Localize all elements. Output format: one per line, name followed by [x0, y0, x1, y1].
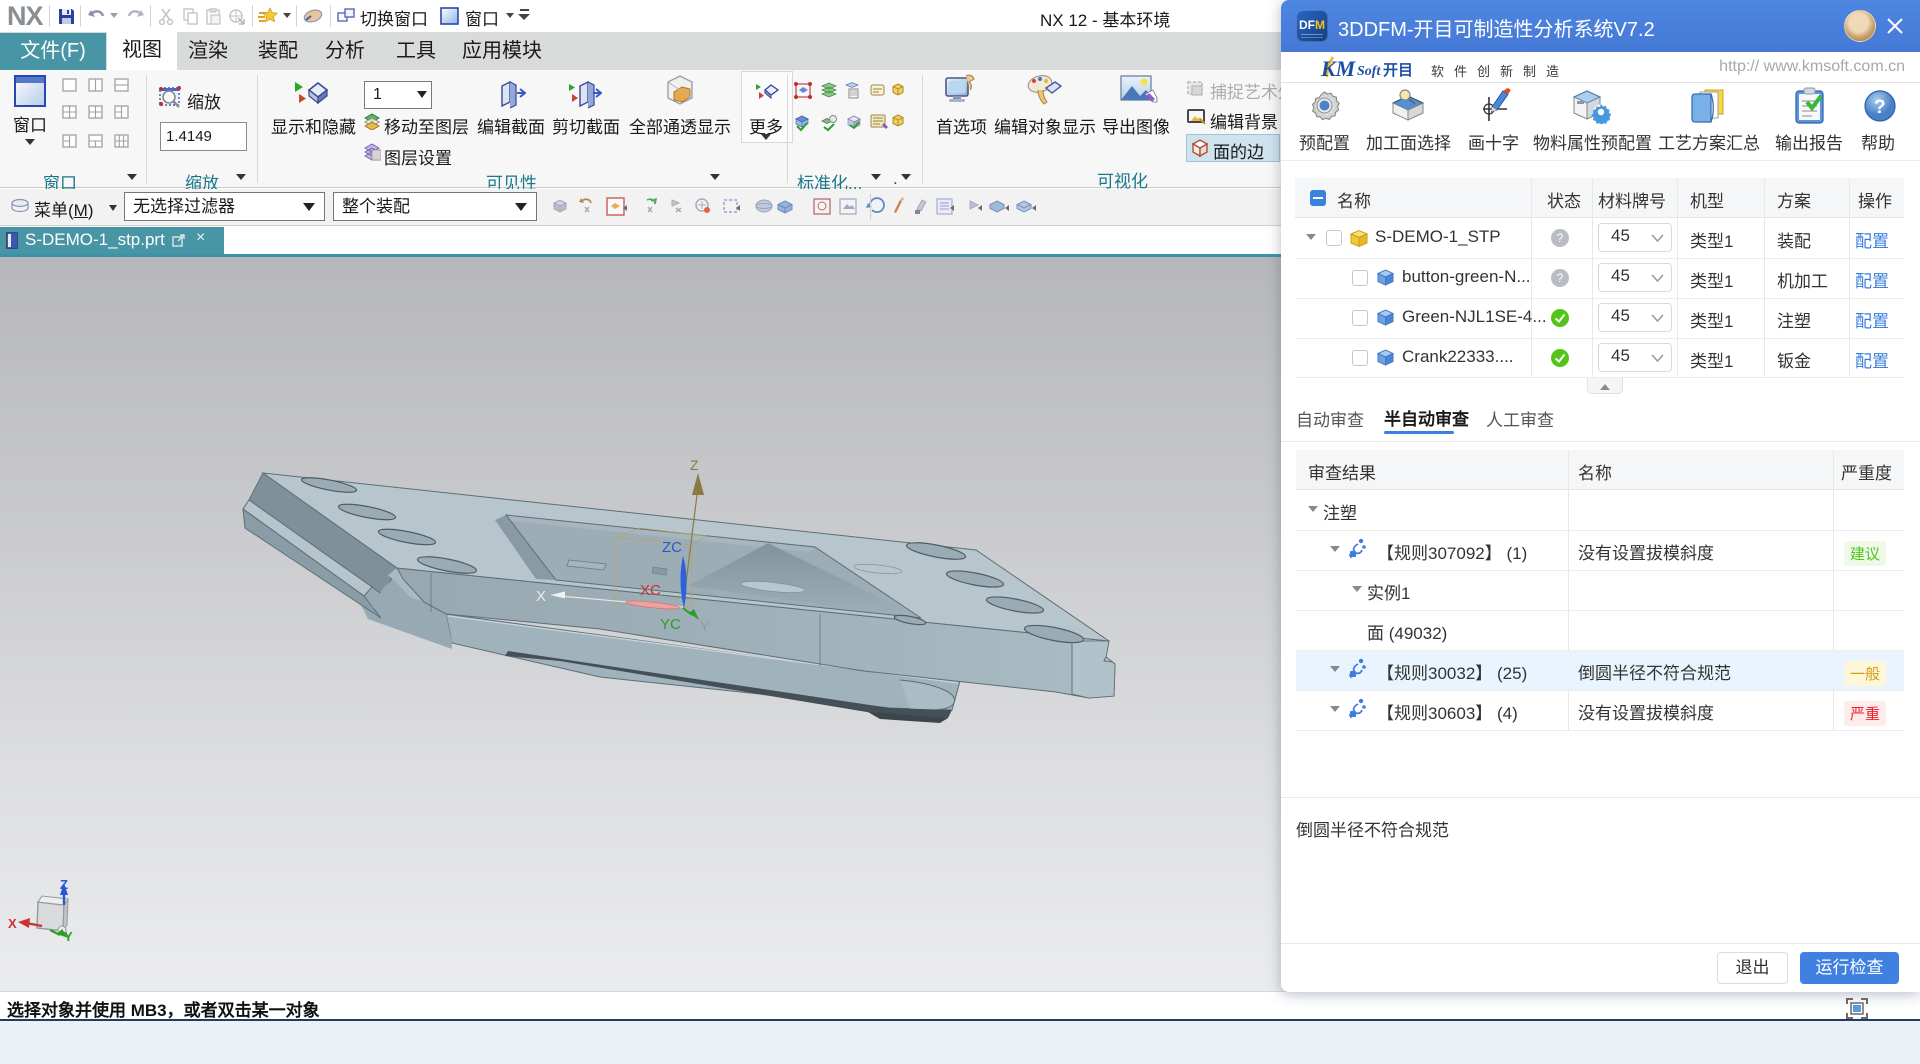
svg-text:ZC: ZC [662, 539, 682, 556]
svg-text:Y: Y [64, 929, 73, 944]
svg-text:Y: Y [700, 618, 710, 634]
svg-text:XC: XC [640, 582, 661, 599]
svg-text:Z: Z [60, 877, 68, 892]
svg-text:Z: Z [690, 457, 699, 473]
svg-text:X: X [536, 588, 546, 605]
svg-text:YC: YC [660, 616, 681, 633]
svg-text:X: X [8, 916, 17, 931]
svg-text:?: ? [1874, 97, 1886, 118]
